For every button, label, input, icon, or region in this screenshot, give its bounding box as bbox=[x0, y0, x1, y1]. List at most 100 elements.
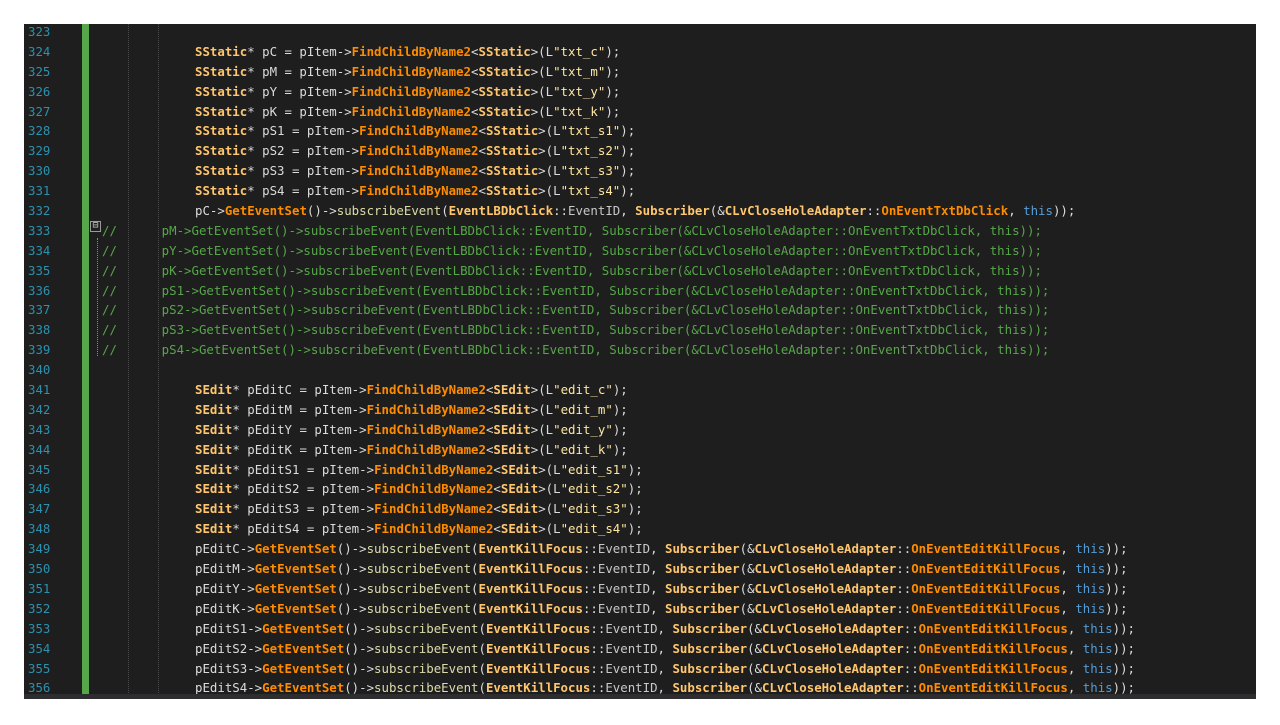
code-token: GetEventSet bbox=[254, 600, 337, 616]
code-token: OnEventTxtDbClick bbox=[881, 203, 1009, 219]
code-line[interactable]: // pS2->GetEventSet()->subscribeEvent(Ev… bbox=[102, 300, 1256, 320]
code-token: :: bbox=[903, 640, 919, 656]
code-token: * pEditM = pItem-> bbox=[232, 401, 367, 417]
code-line[interactable]: SEdit* pEditC = pItem->FindChildByName2<… bbox=[102, 380, 1256, 400]
code-token: (& bbox=[739, 600, 755, 616]
code-token: SEdit bbox=[195, 521, 233, 537]
code-line[interactable]: SStatic* pM = pItem->FindChildByName2<SS… bbox=[102, 62, 1256, 82]
code-editor[interactable]: 323 324 325 326 327 328 329 330 331 332 333 334 335 3… bbox=[24, 24, 1256, 699]
code-token: SStatic bbox=[478, 63, 531, 79]
code-token: , bbox=[1060, 541, 1076, 557]
code-token: SStatic bbox=[195, 103, 248, 119]
code-line[interactable]: SEdit* pEditK = pItem->FindChildByName2<… bbox=[102, 440, 1256, 460]
code-token: SStatic bbox=[195, 143, 248, 159]
code-token: ); bbox=[612, 401, 628, 417]
code-line[interactable]: // pK->GetEventSet()->subscribeEvent(Eve… bbox=[102, 261, 1256, 281]
code-token: SEdit bbox=[500, 461, 539, 477]
code-token: EventID bbox=[597, 541, 651, 557]
code-line[interactable]: // pY->GetEventSet()->subscribeEvent(Eve… bbox=[102, 241, 1256, 261]
code-token: SEdit bbox=[493, 421, 531, 437]
code-token: OnEventEditKillFocus bbox=[911, 561, 1061, 577]
fold-collapse-icon[interactable]: ⊟ bbox=[90, 221, 101, 232]
code-token: CLvCloseHoleAdapter bbox=[754, 541, 897, 557]
code-line[interactable]: SEdit* pEditY = pItem->FindChildByName2<… bbox=[102, 420, 1256, 440]
code-line[interactable]: pEditS2->GetEventSet()->subscribeEvent(E… bbox=[102, 639, 1256, 659]
code-line[interactable]: pEditC->GetEventSet()->subscribeEvent(Ev… bbox=[102, 539, 1256, 559]
code-token: FindChildByName2 bbox=[366, 441, 486, 457]
code-token: // pY->GetEventSet()->subscribeEvent(Eve… bbox=[102, 242, 1042, 258]
code-token: subscribeEvent bbox=[374, 640, 479, 656]
code-token: GetEventSet bbox=[262, 640, 345, 656]
line-number: 329 bbox=[28, 143, 51, 159]
code-token: :: bbox=[590, 660, 606, 676]
code-token: "txt_c" bbox=[553, 43, 606, 59]
code-line[interactable]: SStatic* pS1 = pItem->FindChildByName2<S… bbox=[102, 121, 1256, 141]
code-line[interactable]: SEdit* pEditS1 = pItem->FindChildByName2… bbox=[102, 460, 1256, 480]
code-token: ); bbox=[612, 421, 628, 437]
code-token: // pS2->GetEventSet()->subscribeEvent(Ev… bbox=[102, 302, 1050, 318]
code-token: EventID bbox=[605, 660, 658, 676]
line-number: 339 bbox=[28, 342, 51, 358]
code-line[interactable]: // pS3->GetEventSet()->subscribeEvent(Ev… bbox=[102, 320, 1256, 340]
code-line[interactable]: SEdit* pEditS2 = pItem->FindChildByName2… bbox=[102, 479, 1256, 499]
code-token: ()-> bbox=[344, 640, 375, 656]
code-line[interactable]: // pS4->GetEventSet()->subscribeEvent(Ev… bbox=[102, 340, 1256, 360]
code-token: >(L bbox=[530, 63, 554, 79]
code-token: OnEventEditKillFocus bbox=[918, 640, 1068, 656]
code-token: SStatic bbox=[478, 83, 531, 99]
code-token: SStatic bbox=[195, 123, 248, 139]
code-token: :: bbox=[582, 600, 598, 616]
code-line[interactable] bbox=[102, 360, 1256, 380]
code-token: CLvCloseHoleAdapter bbox=[754, 580, 897, 596]
code-token: Subscriber bbox=[665, 561, 740, 577]
code-token: Subscriber bbox=[672, 620, 748, 636]
line-number: 340 bbox=[28, 362, 51, 378]
code-token: SEdit bbox=[195, 461, 233, 477]
code-token: :: bbox=[903, 660, 919, 676]
line-number: 354 bbox=[28, 640, 51, 656]
code-token: Subscriber bbox=[665, 580, 740, 596]
code-line[interactable]: pC->GetEventSet()->subscribeEvent(EventL… bbox=[102, 201, 1256, 221]
code-token: pEditC-> bbox=[195, 541, 255, 557]
code-token: SStatic bbox=[478, 103, 531, 119]
line-number: 330 bbox=[28, 163, 51, 179]
code-token: pEditK-> bbox=[195, 600, 255, 616]
line-number: 328 bbox=[28, 123, 51, 139]
code-token: "txt_s4" bbox=[560, 183, 621, 199]
code-line[interactable]: SEdit* pEditS3 = pItem->FindChildByName2… bbox=[102, 499, 1256, 519]
code-line[interactable]: SStatic* pY = pItem->FindChildByName2<SS… bbox=[102, 82, 1256, 102]
code-line[interactable]: SStatic* pS4 = pItem->FindChildByName2<S… bbox=[102, 181, 1256, 201]
code-text-area[interactable]: SStatic* pC = pItem->FindChildByName2<SS… bbox=[102, 24, 1256, 699]
code-line[interactable]: SStatic* pK = pItem->FindChildByName2<SS… bbox=[102, 102, 1256, 122]
code-line[interactable] bbox=[102, 24, 1256, 42]
code-token: SStatic bbox=[195, 83, 248, 99]
code-token: ()-> bbox=[336, 541, 367, 557]
code-line[interactable]: pEditS3->GetEventSet()->subscribeEvent(E… bbox=[102, 659, 1256, 679]
code-token: < bbox=[478, 123, 486, 139]
code-line[interactable]: SEdit* pEditS4 = pItem->FindChildByName2… bbox=[102, 519, 1256, 539]
code-token: EventID bbox=[605, 640, 658, 656]
code-line[interactable]: // pM->GetEventSet()->subscribeEvent(Eve… bbox=[102, 221, 1256, 241]
code-token: * pC = pItem-> bbox=[247, 43, 352, 59]
code-line[interactable]: SStatic* pS3 = pItem->FindChildByName2<S… bbox=[102, 161, 1256, 181]
code-line[interactable]: pEditM->GetEventSet()->subscribeEvent(Ev… bbox=[102, 559, 1256, 579]
code-line[interactable]: pEditS1->GetEventSet()->subscribeEvent(E… bbox=[102, 619, 1256, 639]
code-line[interactable]: SStatic* pS2 = pItem->FindChildByName2<S… bbox=[102, 141, 1256, 161]
code-token: >(L bbox=[530, 421, 554, 437]
code-token: subscribeEvent bbox=[366, 600, 472, 616]
code-token: SStatic bbox=[195, 183, 248, 199]
code-line[interactable]: pEditY->GetEventSet()->subscribeEvent(Ev… bbox=[102, 579, 1256, 599]
code-line[interactable]: SStatic* pC = pItem->FindChildByName2<SS… bbox=[102, 42, 1256, 62]
code-token: (& bbox=[747, 660, 762, 676]
horizontal-scrollbar[interactable] bbox=[24, 694, 1256, 699]
code-token: EventID bbox=[597, 580, 651, 596]
code-line[interactable]: pEditK->GetEventSet()->subscribeEvent(Ev… bbox=[102, 599, 1256, 619]
code-token: * pM = pItem-> bbox=[247, 63, 352, 79]
code-token: subscribeEvent bbox=[366, 561, 472, 577]
code-token: SEdit bbox=[195, 401, 233, 417]
code-token: )); bbox=[1052, 203, 1076, 219]
line-number: 333 bbox=[28, 222, 51, 238]
code-line[interactable]: SEdit* pEditM = pItem->FindChildByName2<… bbox=[102, 400, 1256, 420]
code-token: Subscriber bbox=[672, 660, 748, 676]
code-line[interactable]: // pS1->GetEventSet()->subscribeEvent(Ev… bbox=[102, 281, 1256, 301]
